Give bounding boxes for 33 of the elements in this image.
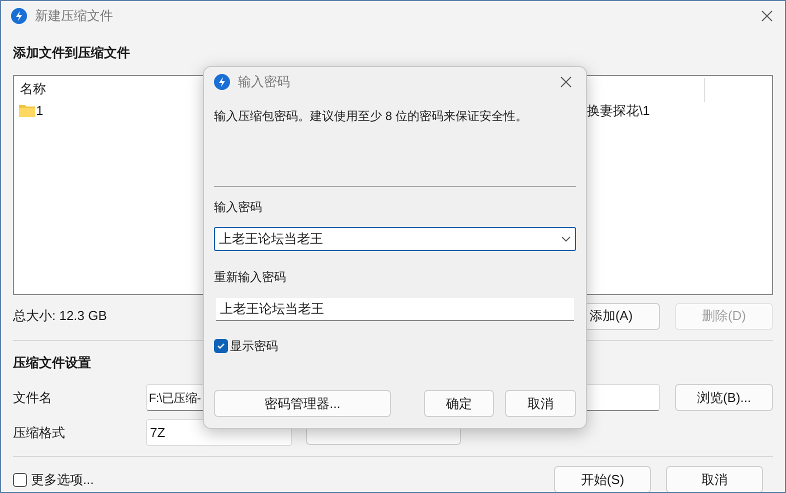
field-label: 文件名 bbox=[13, 388, 53, 407]
field-label: 重新输入密码 bbox=[214, 269, 286, 286]
check-icon bbox=[216, 341, 226, 351]
checkbox-label: 显示密码 bbox=[230, 338, 278, 355]
folder-icon bbox=[19, 104, 35, 117]
file-name: 1 bbox=[36, 102, 44, 120]
ok-button[interactable]: 确定 bbox=[424, 390, 494, 417]
checkbox[interactable] bbox=[214, 339, 228, 353]
checkbox[interactable] bbox=[13, 472, 27, 486]
checkbox-label: 更多选项... bbox=[31, 470, 94, 489]
close-icon[interactable] bbox=[761, 10, 773, 22]
column-header[interactable]: 名称 bbox=[20, 78, 46, 98]
window-title: 新建压缩文件 bbox=[35, 7, 113, 26]
close-icon[interactable] bbox=[560, 76, 572, 88]
app-icon bbox=[11, 8, 27, 24]
password-combobox[interactable]: 上老王论坛当老王 bbox=[214, 227, 576, 251]
total-size: 总大小: 12.3 GB bbox=[13, 307, 107, 326]
field-label: 压缩格式 bbox=[13, 424, 66, 442]
section-heading: 压缩文件设置 bbox=[13, 354, 91, 372]
list-item[interactable]: 1 bbox=[14, 100, 44, 120]
path-cell-text: 换妻探花\1 bbox=[587, 102, 650, 120]
dialog-title: 输入密码 bbox=[238, 73, 290, 92]
chevron-down-icon bbox=[561, 236, 571, 242]
app-icon bbox=[214, 74, 230, 90]
confirm-password-field[interactable]: 上老王论坛当老王 bbox=[216, 298, 574, 321]
dialog-message: 输入压缩包密码。建议使用至少 8 位的密码来保证安全性。 bbox=[214, 108, 528, 125]
password-manager-button[interactable]: 密码管理器... bbox=[214, 390, 391, 417]
browse-button[interactable]: 浏览(B)... bbox=[675, 384, 773, 411]
start-button[interactable]: 开始(S) bbox=[554, 466, 651, 492]
field-label: 输入密码 bbox=[214, 199, 262, 216]
cancel-button[interactable]: 取消 bbox=[666, 466, 763, 492]
section-heading: 添加文件到压缩文件 bbox=[13, 44, 130, 62]
cancel-button[interactable]: 取消 bbox=[505, 390, 576, 417]
